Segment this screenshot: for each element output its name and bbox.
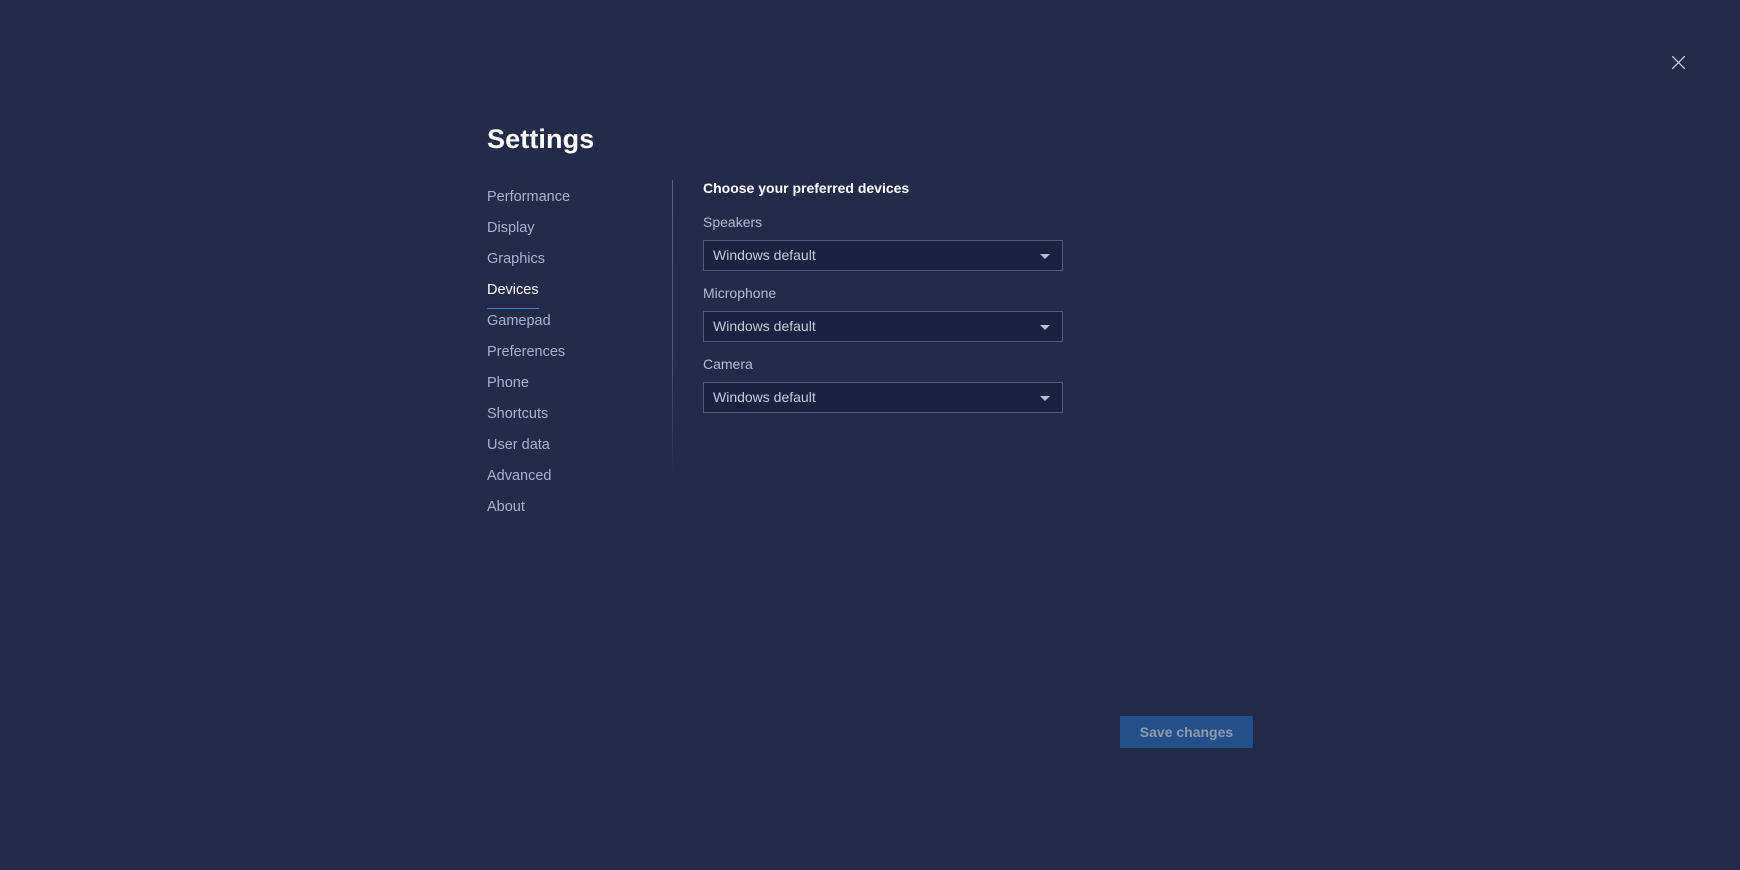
field-group-speakers: Speakers Windows default: [703, 212, 1083, 271]
sidebar-item-label: Devices: [487, 275, 539, 309]
page-title: Settings: [487, 124, 595, 154]
microphone-label: Microphone: [703, 285, 777, 301]
sidebar-item-label: Display: [487, 220, 535, 236]
sidebar-item-label: Gamepad: [487, 313, 551, 329]
camera-select[interactable]: Windows default: [703, 382, 1063, 413]
sidebar-item-label: Graphics: [487, 251, 546, 267]
microphone-select-value: Windows default: [713, 318, 816, 334]
sidebar-item-label: Preferences: [487, 344, 566, 360]
sidebar-item-shortcuts[interactable]: Shortcuts: [487, 399, 657, 430]
sidebar-item-performance[interactable]: Performance: [487, 182, 657, 213]
camera-select-value: Windows default: [713, 389, 816, 405]
chevron-down-icon: [1040, 395, 1050, 401]
sidebar-item-advanced[interactable]: Advanced: [487, 461, 657, 492]
chevron-down-icon: [1040, 324, 1050, 330]
sidebar-item-user-data[interactable]: User data: [487, 430, 657, 461]
sidebar-item-label: Performance: [487, 189, 571, 205]
chevron-down-icon: [1040, 253, 1050, 259]
field-group-microphone: Microphone Windows default: [703, 283, 1083, 342]
panel-divider: [672, 180, 673, 472]
sidebar-item-graphics[interactable]: Graphics: [487, 244, 657, 275]
sidebar-item-display[interactable]: Display: [487, 213, 657, 244]
sidebar-item-phone[interactable]: Phone: [487, 368, 657, 399]
field-group-camera: Camera Windows default: [703, 354, 1083, 413]
speakers-select-value: Windows default: [713, 247, 816, 263]
close-icon: [1671, 55, 1686, 70]
speakers-select[interactable]: Windows default: [703, 240, 1063, 271]
sidebar-item-label: User data: [487, 437, 550, 453]
sidebar-item-devices[interactable]: Devices: [487, 275, 657, 309]
devices-panel: Choose your preferred devices Speakers W…: [703, 179, 1083, 425]
sidebar-item-label: Phone: [487, 375, 529, 391]
sidebar-item-about[interactable]: About: [487, 492, 657, 523]
sidebar-item-preferences[interactable]: Preferences: [487, 337, 657, 368]
camera-label: Camera: [703, 356, 753, 372]
save-changes-button[interactable]: Save changes: [1120, 716, 1253, 748]
panel-heading: Choose your preferred devices: [703, 180, 910, 196]
microphone-select[interactable]: Windows default: [703, 311, 1063, 342]
sidebar-item-gamepad[interactable]: Gamepad: [487, 306, 657, 337]
settings-sidebar: Performance Display Graphics Devices Gam…: [487, 182, 657, 523]
speakers-label: Speakers: [703, 214, 763, 230]
sidebar-item-label: Shortcuts: [487, 406, 549, 422]
sidebar-item-label: About: [487, 499, 525, 515]
sidebar-item-label: Advanced: [487, 468, 552, 484]
close-button[interactable]: [1658, 42, 1698, 82]
